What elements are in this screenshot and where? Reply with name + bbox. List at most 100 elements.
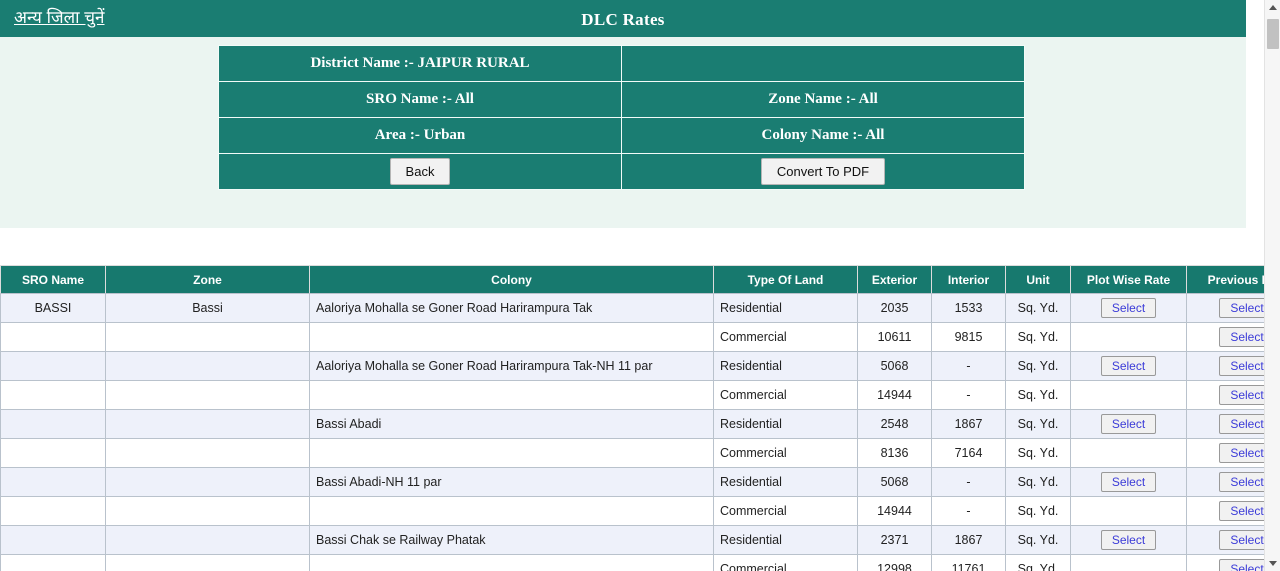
info-row-actions: Back Convert To PDF	[218, 153, 1025, 190]
previous-dlc-select-button[interactable]: Select	[1219, 530, 1264, 550]
cell-type-of-land: Residential	[713, 467, 858, 497]
table-row: Commercial 14944- Sq. Yd. Select	[0, 496, 1264, 526]
cell-sro-name	[0, 496, 106, 526]
cell-colony: Aaloriya Mohalla se Goner Road Harirampu…	[309, 293, 714, 323]
table-row: BASSI Bassi Aaloriya Mohalla se Goner Road…	[0, 293, 1264, 323]
cell-type-of-land: Residential	[713, 293, 858, 323]
cell-interior-rate: -	[931, 496, 1006, 526]
cell-exterior-rate: 14944	[857, 496, 932, 526]
previous-dlc-select-button[interactable]: Select	[1219, 298, 1264, 318]
previous-dlc-select-button[interactable]: Select	[1219, 385, 1264, 405]
previous-dlc-select-button[interactable]: Select	[1219, 472, 1264, 492]
cell-unit: Sq. Yd.	[1005, 467, 1071, 497]
previous-dlc-select-button[interactable]: Select	[1219, 443, 1264, 463]
plot-wise-rate-select-button[interactable]: Select	[1100, 414, 1157, 434]
table-row: Commercial 12998 11761 Sq. Yd. Select	[0, 554, 1264, 571]
top-header-bar: अन्य जिला चुनें DLC Rates	[0, 0, 1246, 37]
plot-wise-rate-select-button[interactable]: Select	[1100, 356, 1157, 376]
previous-dlc-select-button[interactable]: Select	[1219, 414, 1264, 434]
cell-colony: Bassi Abadi-NH 11 par	[309, 467, 714, 497]
cell-interior-rate: 1867	[931, 409, 1006, 439]
plot-wise-rate-select-button[interactable]: Select	[1100, 530, 1157, 550]
cell-plot-wise-rate: Select	[1070, 525, 1187, 555]
plot-wise-rate-select-button[interactable]: Select	[1100, 298, 1157, 318]
dlc-rates-table: SRO Name Zone Colony Type Of Land Exteri…	[0, 265, 1264, 571]
table-row: Aaloriya Mohalla se Goner Road Harirampu…	[0, 351, 1264, 381]
info-row-sro-zone: SRO Name :- All Zone Name :- All	[218, 81, 1025, 118]
district-blank-cell	[621, 45, 1025, 82]
cell-zone	[105, 467, 310, 497]
selection-summary-table: District Name :- JAIPUR RURAL SRO Name :…	[218, 45, 1025, 190]
cell-sro-name: BASSI	[0, 293, 106, 323]
district-name-cell: District Name :- JAIPUR RURAL	[218, 45, 622, 82]
cell-type-of-land: Commercial	[713, 380, 858, 410]
cell-plot-wise-rate: Select	[1070, 409, 1187, 439]
cell-interior-rate: -	[931, 467, 1006, 497]
cell-type-of-land: Residential	[713, 525, 858, 555]
cell-type-of-land: Commercial	[713, 438, 858, 468]
back-button[interactable]: Back	[389, 158, 451, 185]
cell-colony	[309, 380, 714, 410]
vertical-scrollbar[interactable]	[1264, 0, 1280, 571]
previous-dlc-select-button[interactable]: Select	[1219, 501, 1264, 521]
cell-sro-name	[0, 438, 106, 468]
column-header-sro-name: SRO Name	[0, 265, 106, 294]
table-row: Commercial 8136 7164 Sq. Yd. Select	[0, 438, 1264, 468]
cell-zone	[105, 351, 310, 381]
convert-to-pdf-button[interactable]: Convert To PDF	[760, 158, 886, 185]
column-header-zone: Zone	[105, 265, 310, 294]
cell-plot-wise-rate	[1070, 496, 1187, 526]
cell-exterior-rate: 8136	[857, 438, 932, 468]
cell-previous-dlc: Select	[1186, 467, 1264, 497]
cell-previous-dlc: Select	[1186, 438, 1264, 468]
scroll-up-arrow-icon[interactable]	[1265, 0, 1280, 16]
cell-plot-wise-rate	[1070, 322, 1187, 352]
info-row-area-colony: Area :- Urban Colony Name :- All	[218, 117, 1025, 154]
cell-unit: Sq. Yd.	[1005, 409, 1071, 439]
previous-dlc-select-button[interactable]: Select	[1219, 559, 1264, 571]
table-row: Bassi Abadi-NH 11 par Residential 5068- Sq.…	[0, 467, 1264, 497]
cell-exterior-rate: 5068	[857, 467, 932, 497]
table-row: Commercial 14944- Sq. Yd. Select	[0, 380, 1264, 410]
cell-exterior-rate: 10611	[857, 322, 932, 352]
previous-dlc-select-button[interactable]: Select	[1219, 327, 1264, 347]
cell-interior-rate: 1533	[931, 293, 1006, 323]
cell-colony: Bassi Abadi	[309, 409, 714, 439]
pdf-button-cell: Convert To PDF	[621, 153, 1025, 190]
cell-interior-rate: -	[931, 380, 1006, 410]
cell-zone	[105, 438, 310, 468]
cell-colony: Bassi Chak se Railway Phatak	[309, 525, 714, 555]
cell-zone	[105, 554, 310, 571]
area-cell: Area :- Urban	[218, 117, 622, 154]
cell-unit: Sq. Yd.	[1005, 380, 1071, 410]
cell-plot-wise-rate	[1070, 380, 1187, 410]
cell-sro-name	[0, 554, 106, 571]
cell-plot-wise-rate: Select	[1070, 351, 1187, 381]
sro-name-cell: SRO Name :- All	[218, 81, 622, 118]
section-spacer	[0, 228, 1246, 265]
zone-name-cell: Zone Name :- All	[621, 81, 1025, 118]
cell-plot-wise-rate	[1070, 438, 1187, 468]
colony-name-cell: Colony Name :- All	[621, 117, 1025, 154]
cell-previous-dlc: Select	[1186, 351, 1264, 381]
cell-interior-rate: -	[931, 351, 1006, 381]
scrollbar-thumb[interactable]	[1267, 19, 1279, 49]
column-header-previous-dlc: Previous DLC	[1186, 265, 1264, 294]
cell-previous-dlc: Select	[1186, 525, 1264, 555]
cell-previous-dlc: Select	[1186, 322, 1264, 352]
cell-unit: Sq. Yd.	[1005, 554, 1071, 571]
cell-previous-dlc: Select	[1186, 293, 1264, 323]
scroll-down-arrow-icon[interactable]	[1265, 555, 1280, 571]
table-row: Bassi Abadi Residential 2548 1867 Sq. Yd. Sel…	[0, 409, 1264, 439]
page-title: DLC Rates	[581, 10, 665, 29]
cell-type-of-land: Residential	[713, 409, 858, 439]
cell-zone	[105, 409, 310, 439]
scrollbar-track[interactable]	[1265, 16, 1280, 555]
cell-previous-dlc: Select	[1186, 496, 1264, 526]
previous-dlc-select-button[interactable]: Select	[1219, 356, 1264, 376]
column-header-type-of-land: Type Of Land	[713, 265, 858, 294]
plot-wise-rate-select-button[interactable]: Select	[1100, 472, 1157, 492]
column-header-exterior: Exterior	[857, 265, 932, 294]
page-root: अन्य जिला चुनें DLC Rates District Name …	[0, 0, 1280, 571]
table-row: Bassi Chak se Railway Phatak Residential 2…	[0, 525, 1264, 555]
